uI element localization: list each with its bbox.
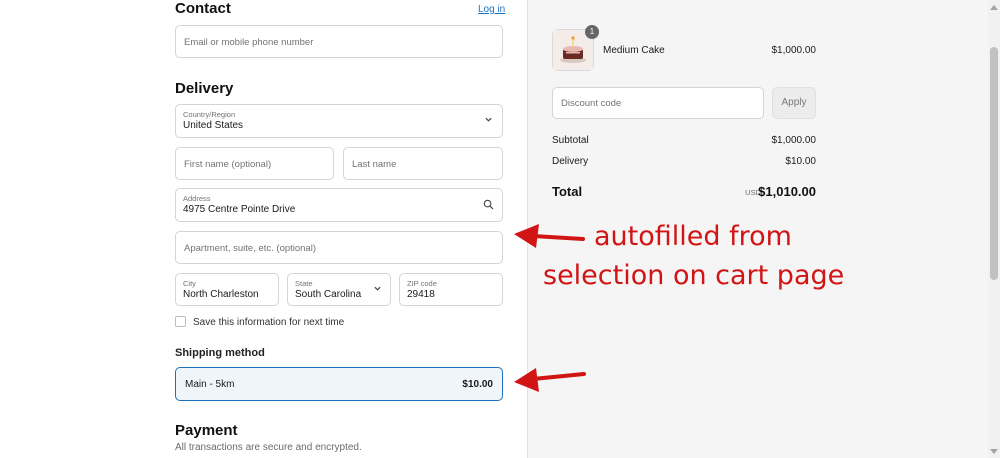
scroll-down-arrow-icon[interactable]: [990, 449, 998, 455]
contact-heading: Contact: [175, 0, 231, 17]
last-name-field[interactable]: Last name: [343, 147, 503, 180]
state-select[interactable]: State South Carolina: [287, 273, 391, 306]
delivery-label: Delivery: [552, 156, 589, 167]
delivery-value: $10.00: [785, 156, 816, 167]
shipping-option[interactable]: Main - 5km $10.00: [175, 367, 503, 401]
email-placeholder: Email or mobile phone number: [184, 37, 314, 48]
save-info-label: Save this information for next time: [193, 317, 345, 328]
discount-placeholder: Discount code: [561, 98, 622, 109]
item-name: Medium Cake: [603, 45, 665, 56]
delivery-heading: Delivery: [175, 80, 234, 97]
address-value: 4975 Centre Pointe Drive: [183, 204, 296, 215]
subtotal-value: $1,000.00: [771, 135, 817, 146]
total-value: $1,010.00: [758, 184, 816, 199]
quantity-badge: 1: [585, 25, 599, 39]
country-value: United States: [183, 120, 244, 131]
zip-label: ZIP code: [407, 279, 437, 288]
address-label: Address: [183, 194, 211, 203]
shipping-heading: Shipping method: [175, 347, 265, 359]
city-field[interactable]: City North Charleston: [175, 273, 279, 306]
discount-field[interactable]: Discount code: [552, 87, 764, 119]
apply-button[interactable]: Apply: [772, 87, 816, 119]
shipping-option-name: Main - 5km: [185, 379, 235, 390]
chevron-down-icon: [373, 284, 382, 296]
shipping-option-price: $10.00: [462, 379, 493, 390]
scroll-up-arrow-icon[interactable]: [990, 4, 998, 10]
state-value: South Carolina: [295, 289, 362, 300]
zip-field[interactable]: ZIP code 29418: [399, 273, 503, 306]
search-icon[interactable]: [483, 199, 494, 213]
login-link[interactable]: Log in: [478, 4, 505, 15]
first-name-field[interactable]: First name (optional): [175, 147, 334, 180]
country-label: Country/Region: [183, 110, 236, 119]
payment-heading: Payment: [175, 422, 238, 439]
payment-note: All transactions are secure and encrypte…: [175, 442, 362, 453]
annotation-line-2: selection on cart page: [543, 260, 845, 291]
save-info-checkbox[interactable]: [175, 316, 186, 327]
total-label: Total: [552, 184, 583, 199]
scrollbar-thumb[interactable]: [990, 47, 998, 280]
first-name-placeholder: First name (optional): [184, 159, 272, 170]
subtotal-label: Subtotal: [552, 135, 589, 146]
zip-value: 29418: [407, 289, 435, 300]
annotation-arrow-icon: [514, 368, 586, 392]
country-select[interactable]: Country/Region United States: [175, 104, 503, 138]
item-price: $1,000.00: [771, 45, 817, 56]
city-label: City: [183, 279, 196, 288]
chevron-down-icon: [484, 115, 493, 127]
last-name-placeholder: Last name: [352, 159, 397, 170]
city-value: North Charleston: [183, 289, 259, 300]
email-field[interactable]: Email or mobile phone number: [175, 25, 503, 58]
annotation-line-1: autofilled from: [594, 221, 792, 252]
address-field[interactable]: Address 4975 Centre Pointe Drive: [175, 188, 503, 222]
apartment-field[interactable]: Apartment, suite, etc. (optional): [175, 231, 503, 264]
annotation-arrow-icon: [514, 224, 585, 248]
state-label: State: [295, 279, 313, 288]
apartment-placeholder: Apartment, suite, etc. (optional): [184, 243, 317, 254]
